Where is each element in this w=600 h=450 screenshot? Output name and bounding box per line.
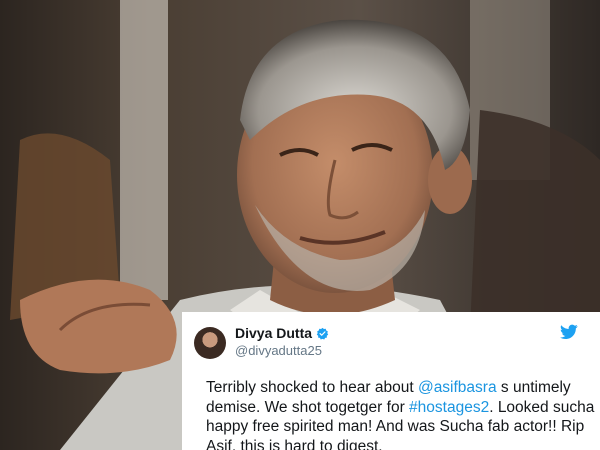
tweet-text: Terribly shocked to hear about @asifbasr… xyxy=(206,378,600,450)
tweet-header: Divya Dutta @divyadutta25 xyxy=(194,324,588,364)
tweet-card[interactable]: Divya Dutta @divyadutta25 Terribly shock… xyxy=(182,312,600,450)
handle[interactable]: @divyadutta25 xyxy=(235,342,329,359)
hashtag-link[interactable]: #hostages2 xyxy=(409,399,489,416)
avatar[interactable] xyxy=(194,327,226,359)
twitter-bird-icon[interactable] xyxy=(560,324,578,340)
mention-link[interactable]: @asifbasra xyxy=(418,379,497,396)
verified-badge-icon xyxy=(316,327,329,340)
display-name[interactable]: Divya Dutta xyxy=(235,325,312,342)
name-row: Divya Dutta xyxy=(235,325,329,342)
tweet-text-part: Terribly shocked to hear about xyxy=(206,379,418,396)
author-info: Divya Dutta @divyadutta25 xyxy=(235,325,329,359)
